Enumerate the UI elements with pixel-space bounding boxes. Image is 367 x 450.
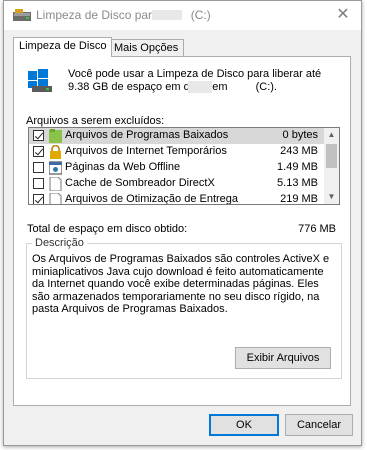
list-item[interactable]: Arquivos de Otimização de Entrega 219 MB	[29, 192, 326, 205]
total-space-value: 776 MB	[298, 223, 336, 235]
document-icon	[49, 177, 62, 191]
file-name: Arquivos de Internet Temporários	[65, 145, 227, 157]
close-button[interactable]: ✕	[335, 6, 351, 24]
scroll-down-icon[interactable]: ▼	[324, 190, 339, 204]
files-to-delete-label: Arquivos a serem excluídos:	[26, 115, 165, 127]
scrollbar-thumb[interactable]	[326, 144, 337, 168]
redacted-drive-name	[188, 81, 212, 93]
lock-icon	[50, 145, 61, 159]
list-item[interactable]: Páginas da Web Offline 1.49 MB	[29, 160, 326, 176]
tab-disk-cleanup[interactable]: Limpeza de Disco	[13, 37, 113, 57]
folder-green-icon	[49, 129, 62, 143]
document-icon	[49, 193, 62, 204]
window-title: Limpeza de Disco para (C:)	[36, 8, 211, 22]
description-text: Os Arquivos de Programas Baixados são co…	[32, 253, 330, 315]
file-name: Arquivos de Programas Baixados	[65, 129, 229, 141]
disk-cleanup-dialog: Limpeza de Disco para (C:) ✕ Limpeza de D…	[3, 0, 362, 446]
checkbox[interactable]	[33, 162, 44, 173]
list-scrollbar[interactable]: ▲ ▼	[324, 128, 339, 204]
scroll-up-icon[interactable]: ▲	[324, 128, 339, 142]
disk-cleanup-app-icon	[13, 9, 31, 21]
tab-more-options[interactable]: Mais Opções	[108, 39, 185, 57]
tab-panel: Você pode usar a Limpeza de Disco para l…	[13, 56, 351, 406]
file-size: 243 MB	[280, 145, 318, 157]
checkbox[interactable]	[33, 146, 44, 157]
cancel-button[interactable]: Cancelar	[285, 414, 353, 436]
disk-drive-icon	[28, 69, 52, 92]
ok-button[interactable]: OK	[209, 414, 279, 436]
files-list[interactable]: Arquivos de Programas Baixados 0 bytes A…	[28, 127, 340, 205]
list-item[interactable]: Arquivos de Internet Temporários 243 MB	[29, 144, 326, 160]
checkbox[interactable]	[33, 194, 44, 204]
file-name: Páginas da Web Offline	[65, 161, 181, 173]
offline-pages-icon	[49, 161, 62, 175]
list-item[interactable]: Arquivos de Programas Baixados 0 bytes	[29, 128, 326, 144]
file-size: 1.49 MB	[277, 161, 318, 173]
checkbox[interactable]	[33, 178, 44, 189]
file-name: Arquivos de Otimização de Entrega	[65, 193, 239, 205]
file-size: 219 MB	[280, 193, 318, 205]
file-size: 5.13 MB	[277, 177, 318, 189]
list-item[interactable]: Cache de Sombreador DirectX 5.13 MB	[29, 176, 326, 192]
redacted-drive-name	[152, 10, 182, 20]
file-name: Cache de Sombreador DirectX	[65, 177, 215, 189]
checkbox[interactable]	[33, 130, 44, 141]
description-title: Descrição	[32, 237, 87, 249]
file-size: 0 bytes	[282, 129, 318, 141]
total-space-label: Total de espaço em disco obtido:	[27, 223, 188, 235]
title-bar: Limpeza de Disco para (C:) ✕	[4, 1, 361, 30]
view-files-button[interactable]: Exibir Arquivos	[235, 347, 331, 369]
